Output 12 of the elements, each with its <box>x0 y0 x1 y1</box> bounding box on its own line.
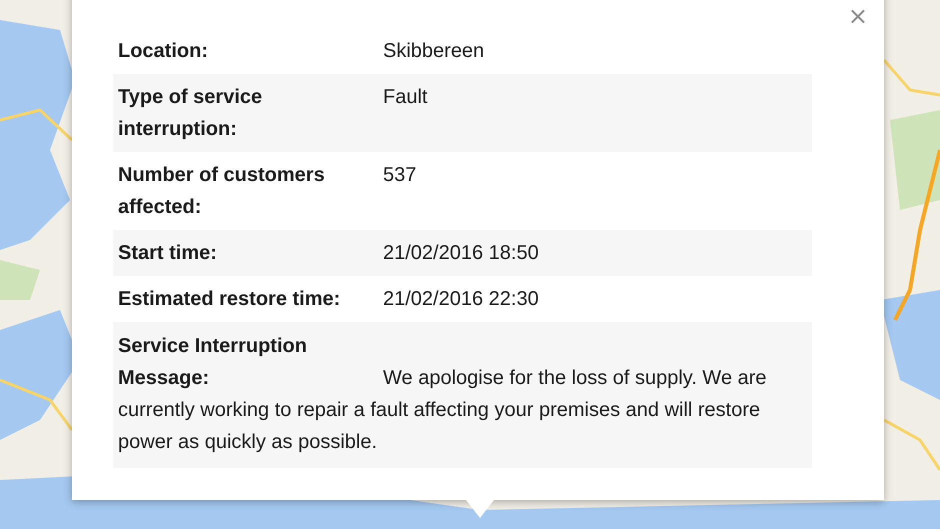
field-value: Skibbereen <box>383 39 486 64</box>
field-label: Location: <box>118 39 209 64</box>
field-label: Start time: <box>118 241 218 266</box>
field-value: Fault <box>383 85 428 110</box>
field-value: 21/02/2016 22:30 <box>383 287 540 312</box>
field-label: Number of customers affected: <box>118 163 326 220</box>
field-value: 537 <box>383 163 418 188</box>
message-text: Service Interruption Message: We apologise for the loss of supply. We are currently working to repair a fault affecting your premises and will restore power as quickly as possible. <box>118 334 768 455</box>
field-label: Estimated restore time: <box>118 287 342 312</box>
field-value: 21/02/2016 18:50 <box>383 241 540 266</box>
field-label: Type of service interruption: <box>118 85 264 142</box>
close-button[interactable]: × <box>848 4 868 28</box>
